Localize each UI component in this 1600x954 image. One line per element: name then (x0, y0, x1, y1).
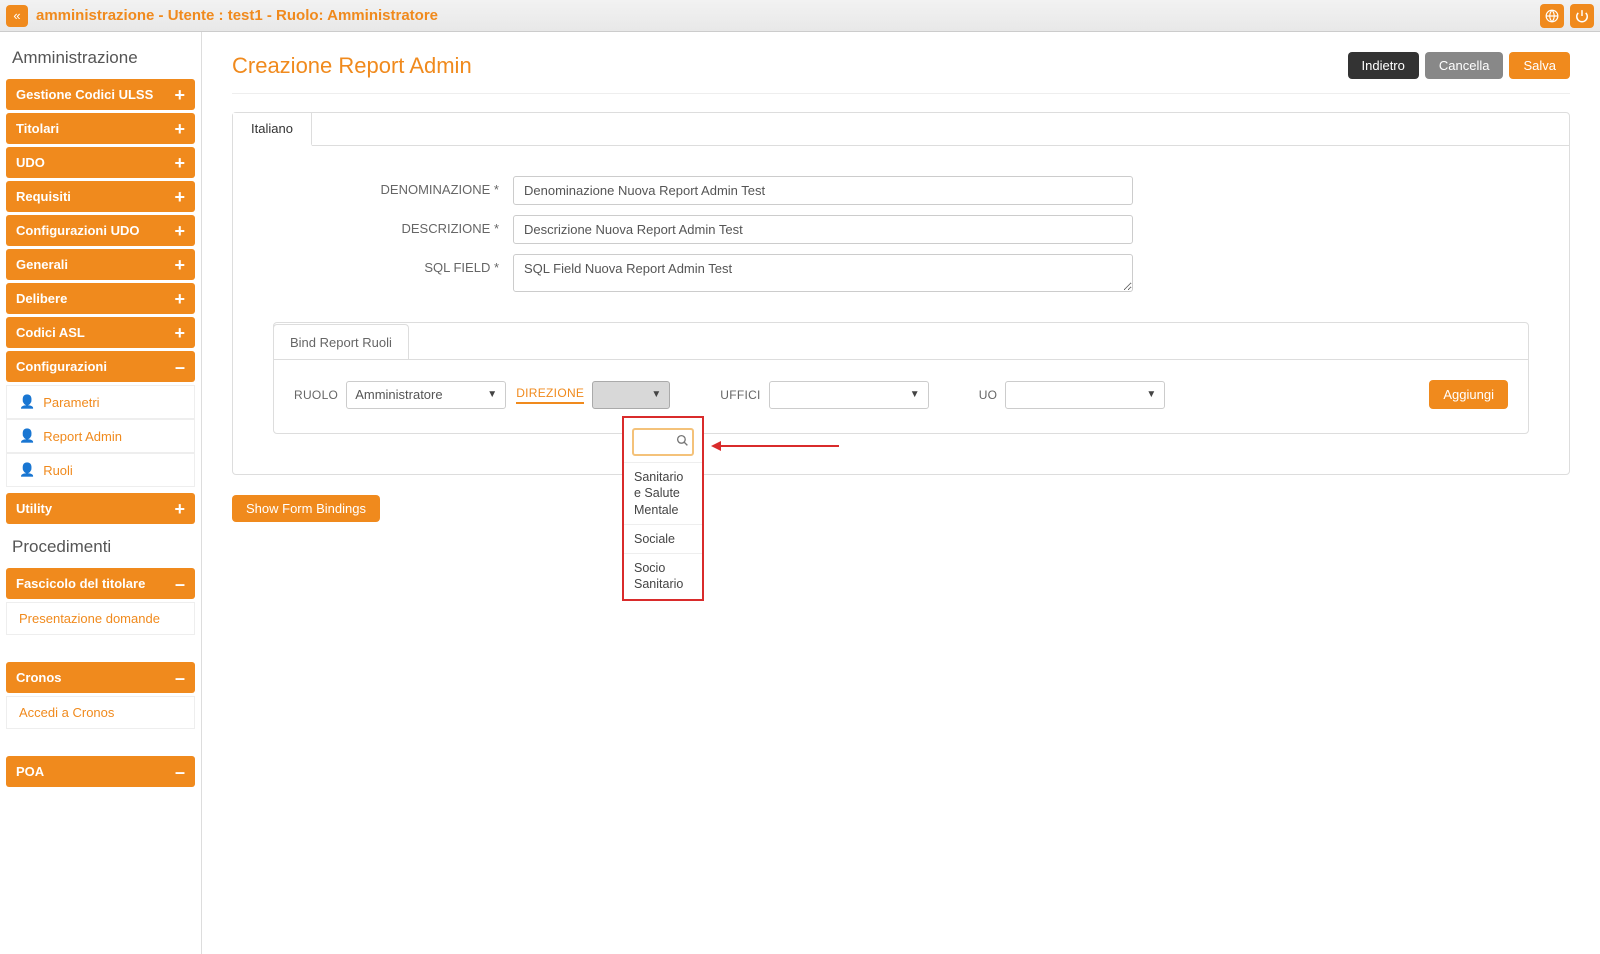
nav-titolari[interactable]: Titolari+ (6, 113, 195, 144)
user-icon: 👤 (19, 462, 35, 478)
back-button[interactable]: Indietro (1348, 52, 1419, 79)
select-uo[interactable]: ▼ (1005, 381, 1165, 409)
nav-configurazioni-udo[interactable]: Configurazioni UDO+ (6, 215, 195, 246)
label-denominazione: DENOMINAZIONE * (273, 176, 513, 197)
sidebar: Amministrazione Gestione Codici ULSS+ Ti… (0, 32, 202, 954)
chevron-down-icon: ▼ (1146, 389, 1156, 400)
save-button[interactable]: Salva (1509, 52, 1570, 79)
dropdown-search-input[interactable] (644, 435, 672, 449)
globe-icon[interactable] (1540, 4, 1564, 28)
label-direzione: DIREZIONE (516, 386, 584, 404)
nav-utility[interactable]: Utility+ (6, 493, 195, 524)
nav-cronos[interactable]: Cronos– (6, 662, 195, 693)
annotation-arrow (719, 445, 839, 447)
sub-accedi-cronos[interactable]: Accedi a Cronos (6, 696, 195, 729)
power-icon[interactable] (1570, 4, 1594, 28)
direzione-dropdown: Sanitario e Salute Mentale Sociale Socio… (622, 416, 704, 601)
dropdown-search[interactable] (632, 428, 694, 456)
label-ruolo: RUOLO (294, 388, 338, 402)
user-icon: 👤 (19, 394, 35, 410)
nav-generali[interactable]: Generali+ (6, 249, 195, 280)
sub-presentazione-domande[interactable]: Presentazione domande (6, 602, 195, 635)
chevron-down-icon: ▼ (487, 389, 497, 400)
sub-report-admin[interactable]: 👤Report Admin (6, 419, 195, 453)
dropdown-option-sociale[interactable]: Sociale (624, 524, 702, 553)
input-descrizione[interactable] (513, 215, 1133, 244)
aggiungi-button[interactable]: Aggiungi (1429, 380, 1508, 409)
form-card: Italiano DENOMINAZIONE * DESCRIZIONE * S… (232, 112, 1570, 475)
label-sqlfield: SQL FIELD * (273, 254, 513, 275)
select-direzione[interactable]: ▼ (592, 381, 670, 409)
nav-delibere[interactable]: Delibere+ (6, 283, 195, 314)
bind-card: Bind Report Ruoli RUOLO Amministratore▼ … (273, 322, 1529, 434)
chevron-down-icon: ▼ (910, 389, 920, 400)
main-content: Creazione Report Admin Indietro Cancella… (202, 32, 1600, 954)
nav-configurazioni[interactable]: Configurazioni– (6, 351, 195, 382)
select-uffici[interactable]: ▼ (769, 381, 929, 409)
nav-poa[interactable]: POA– (6, 756, 195, 787)
nav-gestione-codici-ulss[interactable]: Gestione Codici ULSS+ (6, 79, 195, 110)
tab-bind-report-ruoli[interactable]: Bind Report Ruoli (273, 324, 409, 360)
select-ruolo[interactable]: Amministratore▼ (346, 381, 506, 409)
dropdown-option-sanitario[interactable]: Sanitario e Salute Mentale (624, 462, 702, 524)
sidebar-collapse-button[interactable]: « (6, 5, 28, 27)
topbar: « amministrazione - Utente : test1 - Ruo… (0, 0, 1600, 32)
label-descrizione: DESCRIZIONE * (273, 215, 513, 236)
chevron-down-icon: ▼ (651, 389, 661, 400)
search-icon (676, 434, 689, 450)
section-title-proc: Procedimenti (6, 527, 195, 565)
label-uo: UO (979, 388, 998, 402)
cancel-button[interactable]: Cancella (1425, 52, 1504, 79)
section-title-admin: Amministrazione (6, 38, 195, 76)
sub-ruoli[interactable]: 👤Ruoli (6, 453, 195, 487)
show-form-bindings-button[interactable]: Show Form Bindings (232, 495, 380, 522)
nav-codici-asl[interactable]: Codici ASL+ (6, 317, 195, 348)
dropdown-option-socio-sanitario[interactable]: Socio Sanitario (624, 553, 702, 599)
nav-udo[interactable]: UDO+ (6, 147, 195, 178)
label-uffici: UFFICI (720, 388, 760, 402)
nav-fascicolo[interactable]: Fascicolo del titolare– (6, 568, 195, 599)
user-icon: 👤 (19, 428, 35, 444)
page-title: Creazione Report Admin (232, 53, 472, 79)
input-denominazione[interactable] (513, 176, 1133, 205)
tab-italiano[interactable]: Italiano (233, 113, 312, 146)
textarea-sqlfield[interactable] (513, 254, 1133, 292)
nav-requisiti[interactable]: Requisiti+ (6, 181, 195, 212)
sub-parametri[interactable]: 👤Parametri (6, 385, 195, 419)
topbar-title: amministrazione - Utente : test1 - Ruolo… (36, 7, 1534, 24)
